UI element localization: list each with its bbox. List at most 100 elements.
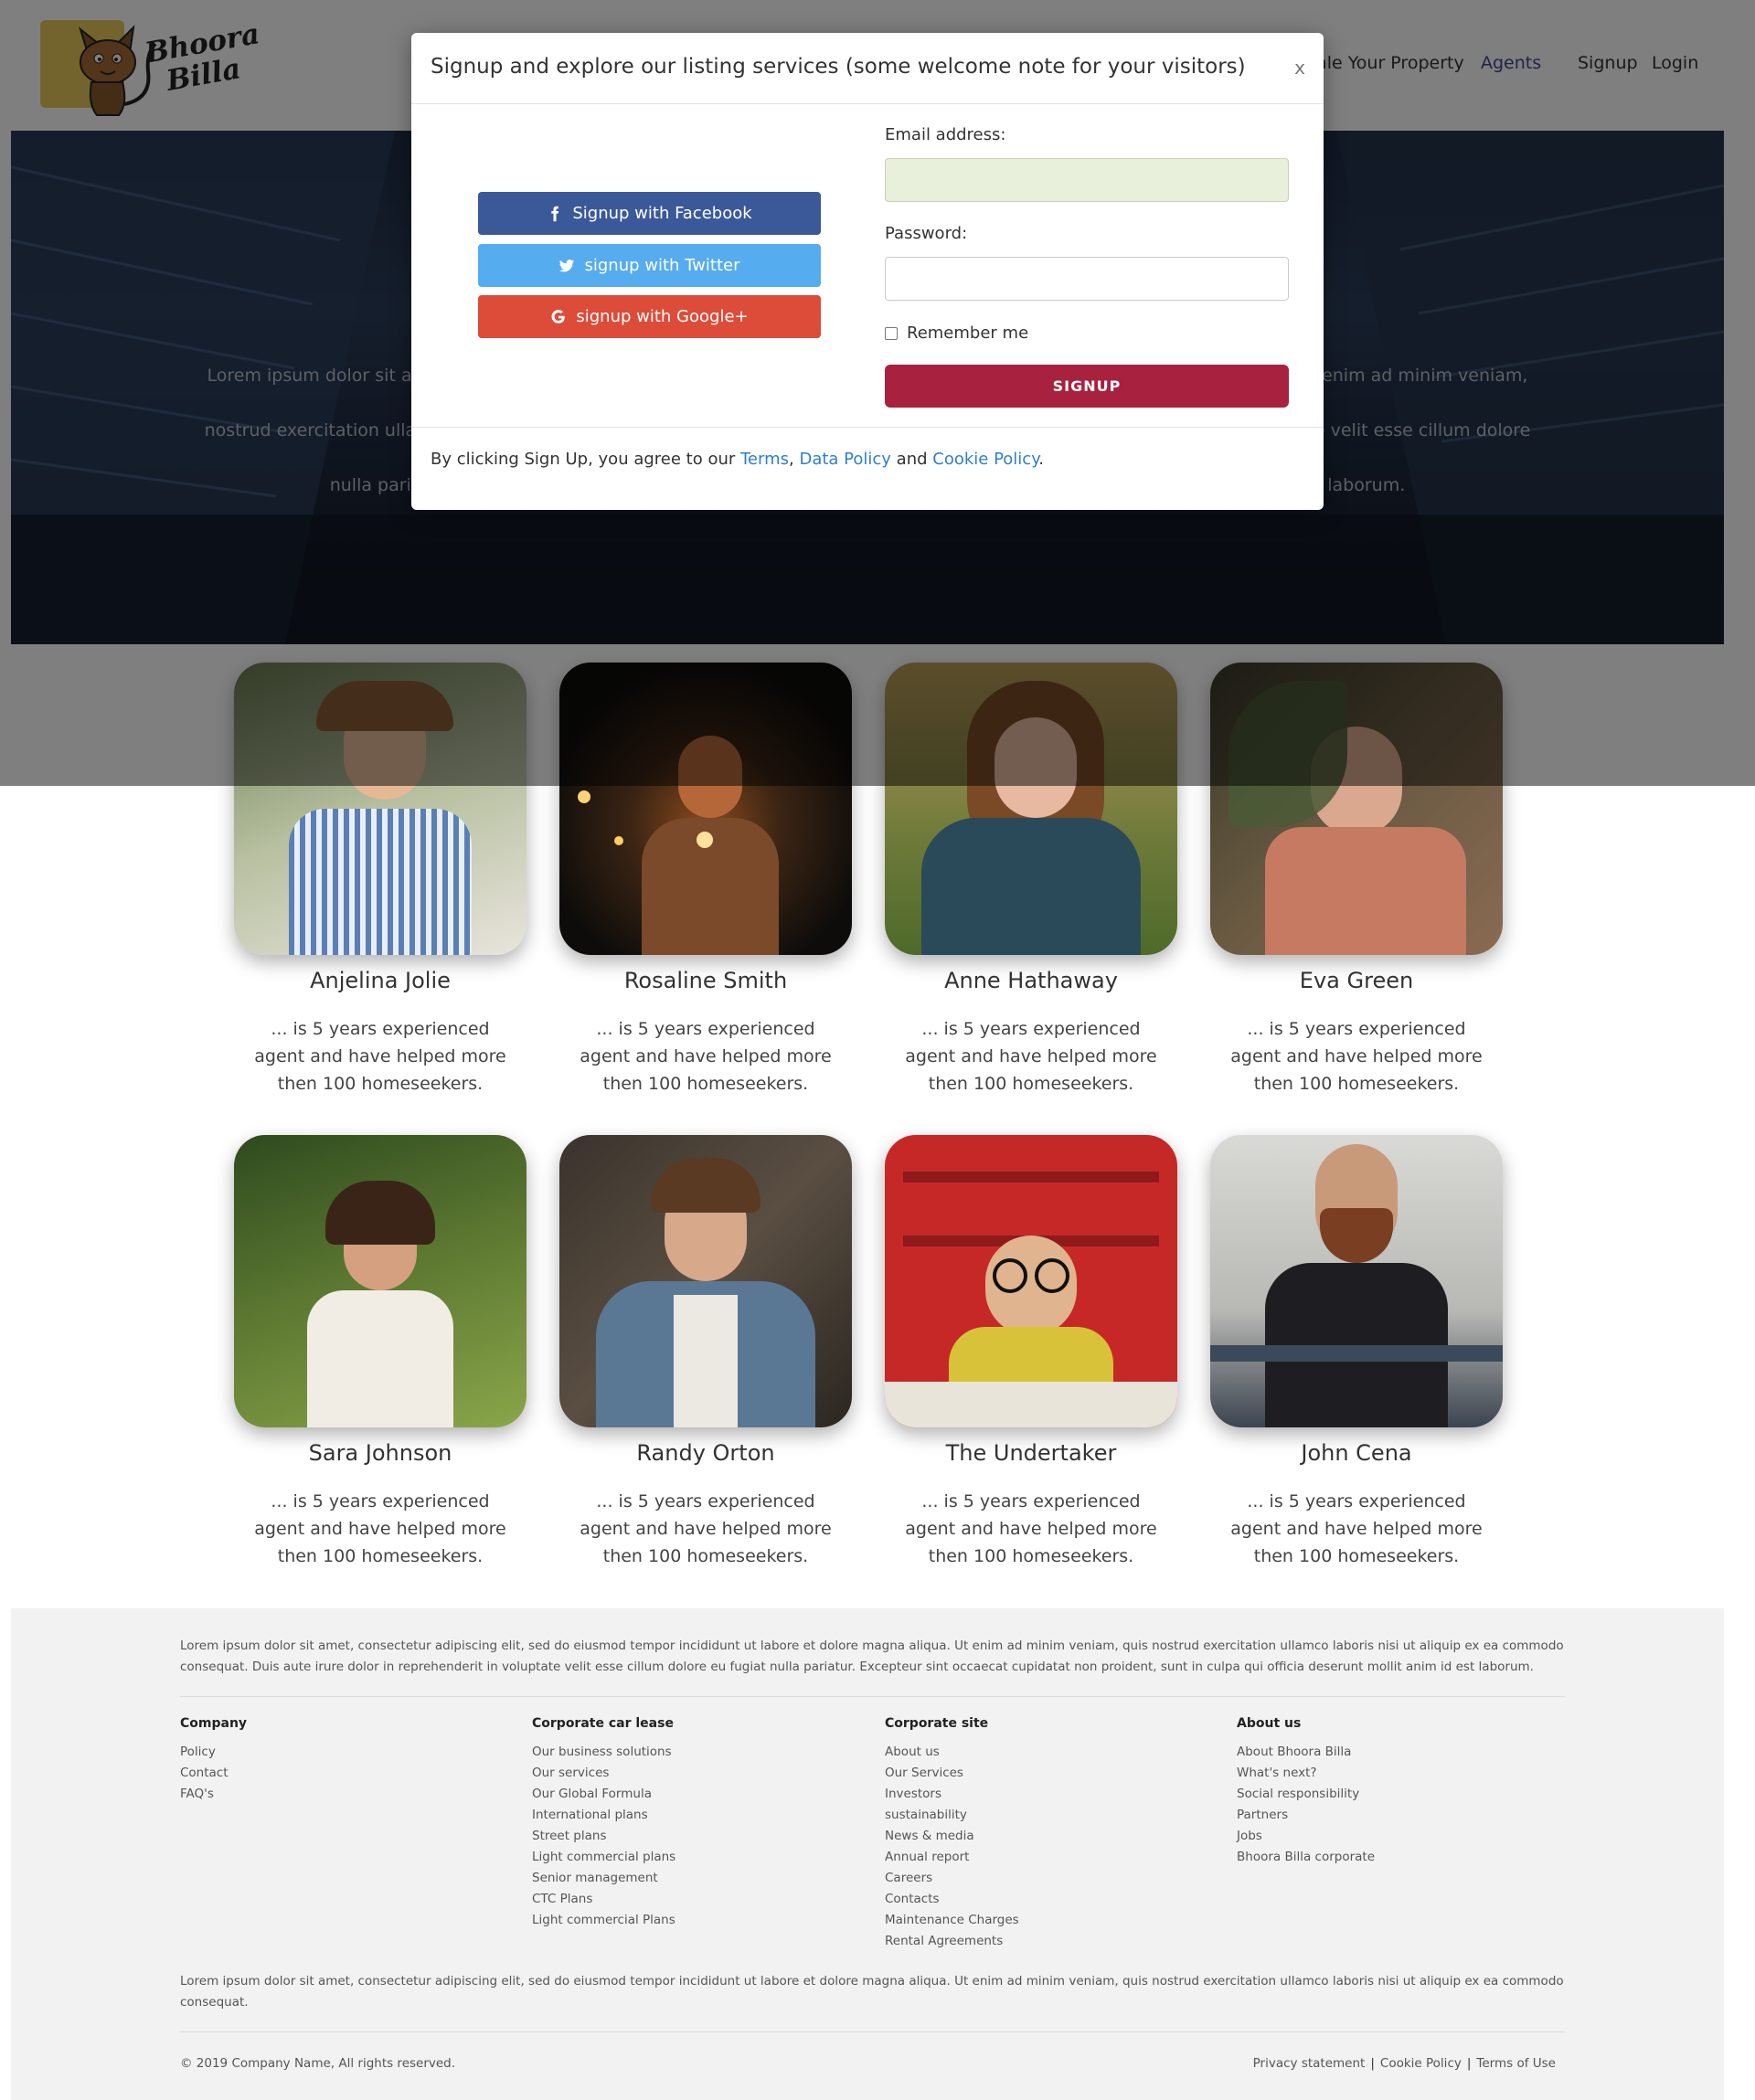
footer-link[interactable]: Jobs [1237,1826,1575,1847]
footer-column-heading: About us [1237,1716,1302,1731]
footer-link[interactable]: Policy [180,1742,518,1763]
footer-link[interactable]: Social responsibility [1237,1784,1575,1805]
email-field[interactable] [885,158,1289,202]
footer-column-heading: Corporate car lease [532,1716,674,1731]
password-label: Password: [885,224,968,243]
footer-column-about: About us About Bhoora Billa What's next?… [1237,1716,1575,1868]
agent-card[interactable]: John Cena ... is 5 years experienced age… [1210,1135,1503,1570]
agent-name: The Undertaker [945,1440,1117,1466]
agent-name: Eva Green [1299,968,1414,993]
footer-intro: Lorem ipsum dolor sit amet, consectetur … [180,1639,1564,1674]
modal-title: Signup and explore our listing services … [431,55,1246,79]
agent-photo [885,1135,1177,1427]
google-icon [551,309,566,323]
agent-description: ... is 5 years experienced agent and hav… [1230,1019,1483,1094]
agent-card[interactable]: The Undertaker ... is 5 years experience… [885,1135,1177,1570]
facebook-icon [551,206,559,221]
agent-photo [1210,1135,1503,1427]
agent-name: Rosaline Smith [623,968,788,993]
agent-name: John Cena [1301,1440,1412,1466]
email-label: Email address: [885,125,1006,144]
footer-column-heading: Corporate site [885,1716,989,1731]
twitter-icon [559,259,575,271]
footer-link[interactable]: Senior management [532,1868,870,1889]
agent-card[interactable]: Sara Johnson ... is 5 years experienced … [234,1135,526,1570]
footer-link[interactable]: Our Global Formula [532,1784,870,1805]
facebook-signup-button[interactable]: Signup with Facebook [478,192,821,235]
footer-link[interactable]: Street plans [532,1826,870,1847]
footer-link[interactable]: Maintenance Charges [885,1910,1223,1931]
terms-link[interactable]: Terms [740,450,789,469]
footer-link[interactable]: What's next? [1237,1763,1575,1784]
modal-footer: By clicking Sign Up, you agree to our Te… [411,427,1324,510]
footer-link[interactable]: Partners [1237,1805,1575,1826]
separator: | [1466,2056,1472,2071]
agent-description: ... is 5 years experienced agent and hav… [254,1491,506,1566]
agent-photo [234,1135,526,1427]
data-policy-link[interactable]: Data Policy [799,450,890,469]
footer-link[interactable]: News & media [885,1826,1223,1847]
agent-card[interactable]: Randy Orton ... is 5 years experienced a… [559,1135,852,1570]
footer-link[interactable]: Our services [532,1763,870,1784]
footer-link[interactable]: International plans [532,1805,870,1826]
agent-description: ... is 5 years experienced agent and hav… [254,1019,506,1094]
footer-link[interactable]: Contacts [885,1889,1223,1910]
close-icon[interactable]: x [1294,57,1305,79]
agent-description: ... is 5 years experienced agent and hav… [905,1019,1157,1094]
agent-description: ... is 5 years experienced agent and hav… [905,1491,1157,1566]
google-signup-button[interactable]: signup with Google+ [478,295,821,338]
password-field[interactable] [885,257,1289,301]
agree-comma: , [789,450,800,469]
footer-divider [180,1696,1565,1697]
footer-link[interactable]: Light commercial Plans [532,1910,870,1931]
footer-link[interactable]: About us [885,1742,1223,1763]
remember-me-label: Remember me [907,323,1029,343]
twitter-signup-label: signup with Twitter [584,256,740,275]
terms-agreement: By clicking Sign Up, you agree to our Te… [431,450,1044,469]
copyright: © 2019 Company Name, All rights reserved… [180,2056,456,2071]
footer-column-car-lease: Corporate car lease Our business solutio… [532,1716,870,1931]
footer-link[interactable]: Annual report [885,1847,1223,1868]
agree-period: . [1038,450,1045,469]
footer-divider [180,2031,1565,2032]
footer-link[interactable]: CTC Plans [532,1889,870,1910]
footer-column-corporate-site: Corporate site About us Our Services Inv… [885,1716,1223,1952]
privacy-link[interactable]: Privacy statement [1253,2056,1366,2071]
cookie-policy-link[interactable]: Cookie Policy [932,450,1038,469]
footer-link[interactable]: Contact [180,1763,518,1784]
agent-photo [559,1135,852,1427]
agent-name: Anjelina Jolie [310,968,451,993]
footer-link[interactable]: FAQ's [180,1784,518,1805]
footer-link[interactable]: Light commercial plans [532,1847,870,1868]
terms-link[interactable]: Terms of Use [1476,2056,1556,2071]
agent-description: ... is 5 years experienced agent and hav… [1230,1491,1483,1566]
agent-name: Randy Orton [636,1440,775,1466]
footer-link[interactable]: Careers [885,1868,1223,1889]
cookie-link[interactable]: Cookie Policy [1380,2056,1462,2071]
footer-link[interactable]: Our Services [885,1763,1223,1784]
agree-and: and [890,450,933,469]
footer-link[interactable]: Rental Agreements [885,1931,1223,1952]
footer-column-company: Company Policy Contact FAQ's [180,1716,518,1805]
agent-description: ... is 5 years experienced agent and hav… [580,1491,832,1566]
footer-outro: Lorem ipsum dolor sit amet, consectetur … [180,1974,1564,2010]
agree-prefix: By clicking Sign Up, you agree to our [431,450,740,469]
footer-link[interactable]: Our business solutions [532,1742,870,1763]
twitter-signup-button[interactable]: signup with Twitter [478,244,821,287]
agent-name: Sara Johnson [308,1440,452,1466]
remember-me-checkbox[interactable] [885,326,898,340]
facebook-signup-label: Signup with Facebook [572,204,752,223]
legal-links: Privacy statement | Cookie Policy | Terms of… [1253,2056,1556,2071]
remember-me-option[interactable]: Remember me [885,323,1028,343]
agent-description: ... is 5 years experienced agent and hav… [580,1019,832,1094]
site-footer: Lorem ipsum dolor sit amet, consectetur … [11,1608,1724,2100]
footer-link[interactable]: Bhoora Billa corporate [1237,1847,1575,1868]
signup-modal: Signup and explore our listing services … [411,33,1324,510]
google-signup-label: signup with Google+ [576,307,749,326]
footer-link[interactable]: About Bhoora Billa [1237,1742,1575,1763]
footer-link[interactable]: sustainability [885,1805,1223,1826]
footer-link[interactable]: Investors [885,1784,1223,1805]
modal-header: Signup and explore our listing services … [411,33,1324,104]
separator: | [1370,2056,1375,2071]
signup-submit-button[interactable]: SIGNUP [885,365,1289,408]
